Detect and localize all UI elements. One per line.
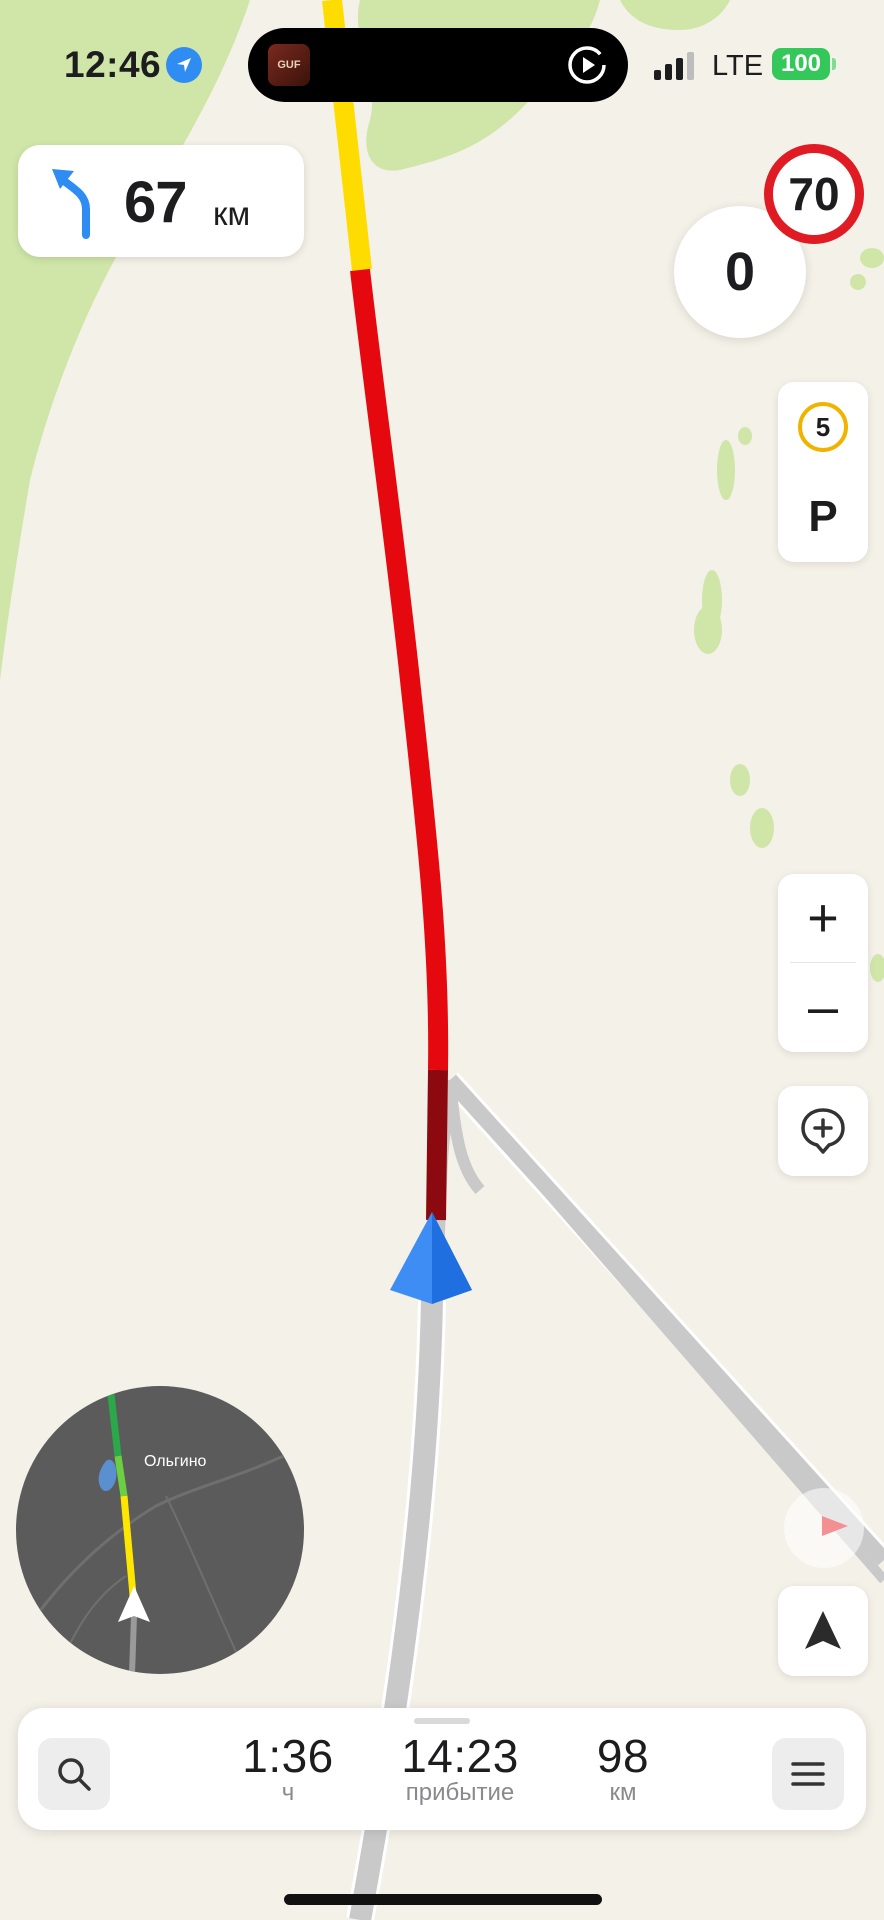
status-time: 12:46	[64, 44, 162, 85]
add-road-event-icon	[801, 1108, 845, 1154]
zoom-out-icon: –	[807, 977, 839, 1037]
north-arrow-icon	[805, 1611, 841, 1649]
zoom-out-button[interactable]: –	[778, 963, 868, 1051]
arrival-time-label: прибытие	[405, 1779, 515, 1807]
time-remaining-unit: ч	[281, 1779, 295, 1807]
battery-indicator: 100	[772, 48, 830, 80]
menu-icon	[791, 1762, 825, 1786]
forest-patch	[738, 427, 752, 445]
drag-handle[interactable]	[414, 1718, 470, 1724]
overview-minimap[interactable]: Ольгино	[16, 1386, 304, 1674]
time-remaining: 1:36 ч	[218, 1732, 358, 1807]
maneuver-distance: 67	[124, 170, 188, 235]
parking-button[interactable]: P	[778, 472, 868, 562]
battery-tip	[832, 58, 836, 70]
zoom-in-icon: +	[807, 888, 839, 948]
forest-patch	[750, 808, 774, 848]
minimap-canvas	[34, 1386, 304, 1674]
route-darkred-segment	[426, 1069, 448, 1221]
arrival-time: 14:23 прибытие	[370, 1732, 550, 1807]
media-artwork[interactable]: GUF	[268, 44, 310, 86]
zoom-in-button[interactable]: +	[778, 874, 868, 962]
play-icon[interactable]	[566, 44, 608, 86]
forest-patch	[694, 606, 722, 654]
time-remaining-value: 1:36	[242, 1730, 334, 1782]
signal-strength-icon	[654, 52, 694, 80]
maneuver-distance-unit: км	[213, 195, 251, 232]
forest-patch	[730, 764, 750, 796]
forest-patch	[850, 274, 866, 290]
turn-left-icon	[52, 169, 90, 239]
route-overview-button[interactable]	[784, 1488, 864, 1568]
layers-panel: 5 P	[778, 382, 868, 562]
menu-button[interactable]	[772, 1738, 844, 1810]
forest-patch	[717, 440, 735, 500]
arrival-time-value: 14:23	[401, 1730, 519, 1782]
next-maneuver-card[interactable]: 67 км	[18, 145, 304, 257]
place-label: Ольгино	[144, 1453, 207, 1470]
network-type: LTE	[712, 50, 764, 82]
coin-icon: 5	[798, 402, 848, 452]
compass-button[interactable]	[778, 1586, 868, 1676]
location-arrow-icon	[166, 47, 202, 83]
search-icon	[58, 1758, 91, 1791]
points-button[interactable]: 5	[778, 382, 868, 472]
distance-remaining-value: 98	[596, 1730, 650, 1782]
search-button[interactable]	[38, 1738, 110, 1810]
forest-patch	[860, 248, 884, 268]
parking-label: P	[808, 492, 838, 541]
dynamic-island[interactable]: GUF	[248, 28, 628, 102]
distance-remaining: 98 км	[558, 1732, 688, 1807]
add-road-event-button[interactable]	[778, 1086, 868, 1176]
home-indicator[interactable]	[284, 1894, 602, 1905]
distance-remaining-unit: км	[609, 1779, 637, 1807]
zoom-panel: + –	[778, 874, 868, 1052]
speed-limit-sign: 70	[764, 144, 864, 244]
route-summary-bar[interactable]: 1:36 ч 14:23 прибытие 98 км	[18, 1708, 866, 1830]
